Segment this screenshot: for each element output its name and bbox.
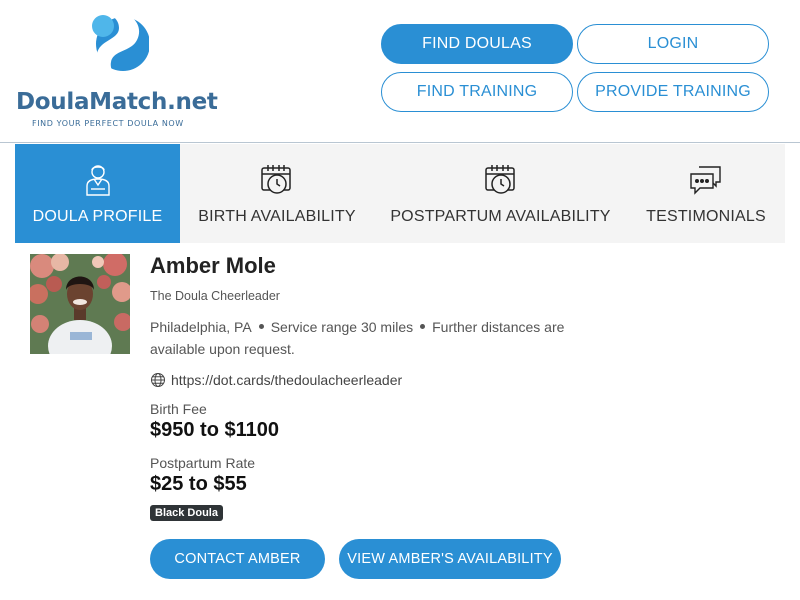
tab-label: POSTPARTUM AVAILABILITY xyxy=(390,208,611,225)
tab-label: TESTIMONIALS xyxy=(646,208,766,225)
login-button[interactable]: LOGIN xyxy=(577,24,769,64)
postpartum-rate-value: $25 to $55 xyxy=(150,473,247,495)
tab-testimonials[interactable]: TESTIMONIALS xyxy=(627,144,785,243)
calendar-clock-icon xyxy=(483,162,519,198)
find-training-button[interactable]: FIND TRAINING xyxy=(381,72,573,112)
separator-dot xyxy=(258,323,264,329)
doula-name: Amber Mole xyxy=(150,253,276,278)
contact-button[interactable]: CONTACT AMBER xyxy=(150,539,325,579)
doula-location: Philadelphia, PA Service range 30 miles Fu… xyxy=(150,316,610,360)
view-availability-button[interactable]: VIEW AMBER'S AVAILABILITY xyxy=(339,539,561,579)
tab-label: DOULA PROFILE xyxy=(32,208,163,225)
chat-bubbles-icon xyxy=(688,162,724,198)
find-doulas-button[interactable]: FIND DOULAS xyxy=(381,24,573,64)
profile-tabs: DOULA PROFILE BIRTH AVAILABILITY POSTPAR… xyxy=(15,144,785,243)
postpartum-rate-label: Postpartum Rate xyxy=(150,455,256,471)
site-header: DoulaMatch.net FIND YOUR PERFECT DOULA N… xyxy=(0,0,800,143)
doula-person-icon xyxy=(80,162,116,198)
logo-wordmark: DoulaMatch.net xyxy=(16,89,218,115)
birth-fee-value: $950 to $1100 xyxy=(150,419,279,441)
tab-postpartum-availability[interactable]: POSTPARTUM AVAILABILITY xyxy=(374,144,627,243)
tab-doula-profile[interactable]: DOULA PROFILE xyxy=(15,144,180,243)
doula-website[interactable]: https://dot.cards/thedoulacheerleader xyxy=(150,372,402,388)
globe-icon xyxy=(151,373,165,387)
logo-mark-icon xyxy=(92,12,149,83)
calendar-clock-icon xyxy=(259,162,295,198)
doula-subtitle: The Doula Cheerleader xyxy=(150,289,280,303)
logo-tagline: FIND YOUR PERFECT DOULA NOW xyxy=(32,119,184,128)
birth-fee-label: Birth Fee xyxy=(150,401,207,417)
tab-birth-availability[interactable]: BIRTH AVAILABILITY xyxy=(180,144,374,243)
black-doula-badge: Black Doula xyxy=(150,505,223,521)
doula-photo xyxy=(30,254,130,354)
website-link[interactable]: https://dot.cards/thedoulacheerleader xyxy=(171,372,402,388)
separator-dot xyxy=(420,323,426,329)
tab-label: BIRTH AVAILABILITY xyxy=(198,208,356,225)
service-range-text: Service range 30 miles xyxy=(270,319,414,335)
site-logo[interactable]: DoulaMatch.net FIND YOUR PERFECT DOULA N… xyxy=(16,10,226,132)
provide-training-button[interactable]: PROVIDE TRAINING xyxy=(577,72,769,112)
city-text: Philadelphia, PA xyxy=(150,319,252,335)
